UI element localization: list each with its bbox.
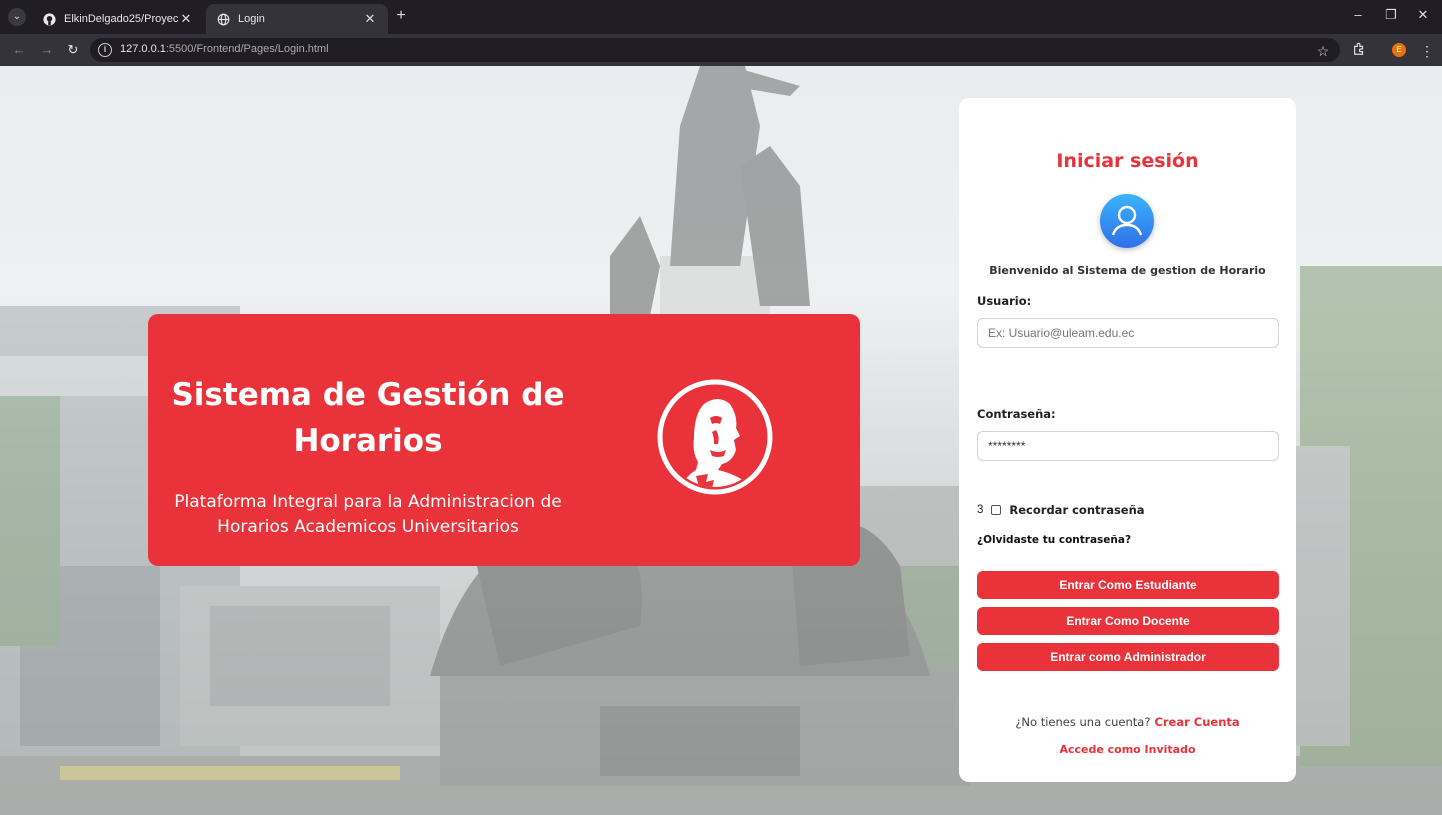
username-input[interactable]: [977, 318, 1279, 348]
hero-subtitle: Plataforma Integral para la Administraci…: [174, 492, 562, 537]
tab-title: ElkinDelgado25/Proyecto-Aut-: [64, 13, 178, 25]
extensions-icon[interactable]: [1350, 42, 1368, 60]
hero-banner: Sistema de Gestión de Horarios Plataform…: [148, 314, 860, 566]
back-arrow-icon[interactable]: ←: [10, 41, 28, 59]
minimize-icon[interactable]: –: [1345, 7, 1371, 27]
close-tab-icon[interactable]: ✕: [178, 11, 194, 27]
password-label: Contraseña:: [977, 407, 1056, 421]
tab-login[interactable]: Login ✕: [206, 4, 388, 34]
profile-avatar[interactable]: E: [1392, 43, 1406, 57]
tab-github[interactable]: ElkinDelgado25/Proyecto-Aut- ✕: [32, 4, 204, 34]
no-account-text: ¿No tienes una cuenta?: [1015, 715, 1151, 729]
remember-password-row: 3 Recordar contraseña: [977, 503, 1145, 517]
address-url[interactable]: 127.0.0.1:5500/Frontend/Pages/Login.html: [120, 43, 329, 55]
remember-password-label[interactable]: Recordar contraseña: [1009, 503, 1144, 517]
student-login-button[interactable]: Entrar Como Estudiante: [977, 571, 1279, 599]
address-bar[interactable]: i 127.0.0.1:5500/Frontend/Pages/Login.ht…: [90, 38, 1340, 62]
login-title: Iniciar sesión: [1056, 150, 1199, 172]
remember-prefix: 3: [977, 504, 984, 516]
new-tab-button[interactable]: +: [392, 8, 410, 26]
reload-icon[interactable]: ↻: [64, 41, 82, 59]
tab-title: Login: [238, 13, 265, 25]
browser-toolbar: ← → ↻ i 127.0.0.1:5500/Frontend/Pages/Lo…: [0, 34, 1442, 66]
url-path: :5500/Frontend/Pages/Login.html: [165, 43, 329, 55]
browser-tab-strip: ⌄ ElkinDelgado25/Proyecto-Aut- ✕ Login ✕…: [0, 0, 1442, 34]
password-input[interactable]: [977, 431, 1279, 461]
hero-title: Sistema de Gestión de Horarios: [171, 377, 565, 459]
restore-icon[interactable]: ❐: [1378, 7, 1404, 27]
forward-arrow-icon[interactable]: →: [38, 41, 56, 59]
close-window-icon[interactable]: ✕: [1410, 7, 1436, 27]
admin-login-button[interactable]: Entrar como Administrador: [977, 643, 1279, 671]
remember-password-checkbox[interactable]: [991, 505, 1002, 515]
teacher-login-button[interactable]: Entrar Como Docente: [977, 607, 1279, 635]
create-account-link[interactable]: Crear Cuenta: [1154, 715, 1239, 729]
signup-row: ¿No tienes una cuenta? Crear Cuenta: [959, 715, 1296, 729]
username-label: Usuario:: [977, 294, 1032, 308]
site-info-icon[interactable]: i: [98, 43, 112, 57]
github-icon: [42, 12, 56, 26]
url-host: 127.0.0.1: [120, 43, 166, 55]
university-seal-icon: [657, 379, 773, 495]
globe-icon: [216, 12, 230, 26]
user-icon: [1100, 194, 1154, 248]
bookmark-star-icon[interactable]: ☆: [1314, 42, 1332, 60]
login-page: Sistema de Gestión de Horarios Plataform…: [0, 66, 1442, 815]
tab-search-chevron-icon[interactable]: ⌄: [8, 8, 26, 26]
welcome-message: Bienvenido al Sistema de gestion de Hora…: [989, 264, 1266, 277]
guest-access-link[interactable]: Accede como Invitado: [959, 743, 1296, 756]
login-card: Iniciar sesión Bienvenido al Sistema de …: [959, 98, 1296, 782]
close-tab-icon[interactable]: ✕: [362, 11, 378, 27]
forgot-password-link[interactable]: ¿Olvidaste tu contraseña?: [977, 534, 1131, 546]
more-menu-icon[interactable]: ⋮: [1418, 42, 1436, 60]
